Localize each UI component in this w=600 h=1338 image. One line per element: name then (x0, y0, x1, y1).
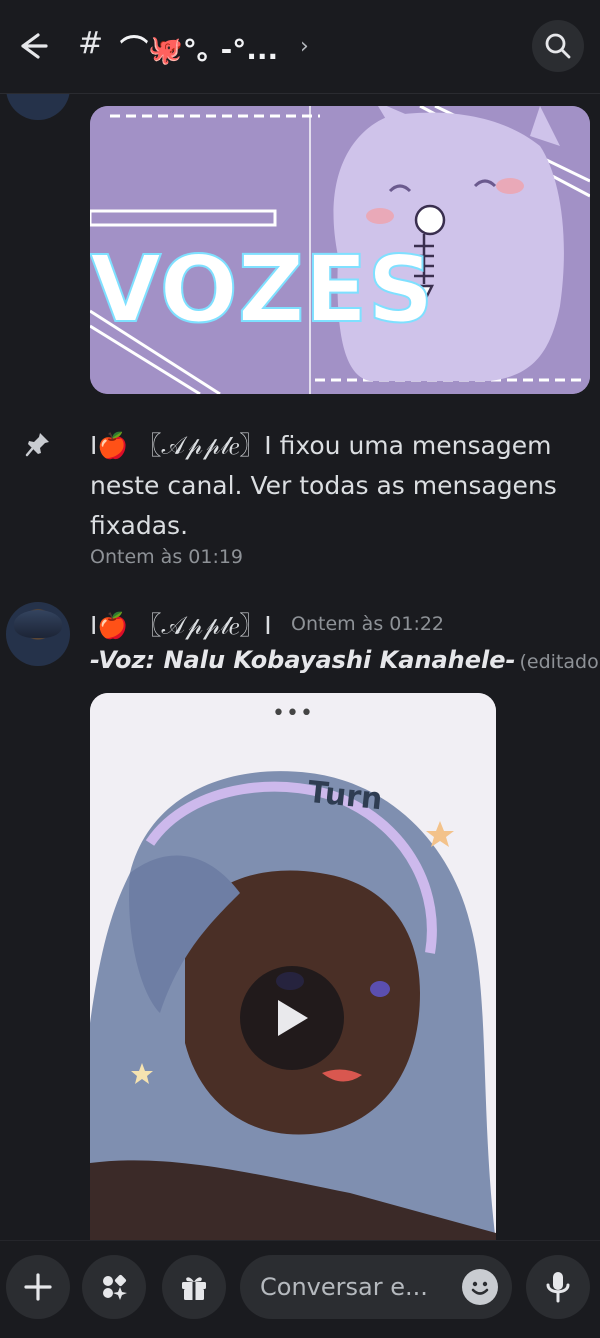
video-attachment[interactable]: Turn ••• (90, 693, 496, 1243)
gift-icon (182, 1277, 206, 1300)
pinned-system-message[interactable]: Ⅰ🍎 〖𝒜𝓅𝓅𝓁𝑒〗Ⅰ fixou uma mensagem neste can… (90, 426, 580, 546)
search-icon (545, 33, 571, 59)
chevron-right-icon[interactable]: › (300, 34, 309, 59)
search-button[interactable] (532, 20, 584, 72)
play-icon (278, 1000, 308, 1036)
banner-title: VOZES (90, 236, 434, 343)
pin-icon (24, 430, 52, 458)
back-button[interactable] (12, 26, 52, 66)
banner-artwork: VOZES (90, 106, 590, 394)
channel-header: # ⌒🐙°｡ -°... › (0, 0, 600, 94)
add-attachment-button[interactable] (6, 1255, 70, 1319)
channel-hash-icon: # (78, 26, 104, 61)
message-input[interactable] (260, 1267, 460, 1307)
system-timestamp: Ontem às 01:19 (90, 546, 244, 568)
edited-label: (editado) (519, 651, 600, 673)
apps-button[interactable] (82, 1255, 146, 1319)
author-avatar[interactable] (6, 602, 70, 666)
more-options-icon[interactable]: ••• (90, 701, 496, 726)
composer-bar (0, 1240, 600, 1338)
channel-name[interactable]: ⌒🐙°｡ -°... (120, 28, 278, 68)
message-timestamp: Ontem às 01:22 (291, 613, 445, 635)
microphone-icon (546, 1272, 570, 1303)
message-author[interactable]: Ⅰ🍎 〖𝒜𝓅𝓅𝓁𝑒〗Ⅰ (90, 606, 272, 642)
emoji-button[interactable] (462, 1269, 498, 1305)
plus-icon (24, 1273, 52, 1301)
vozes-banner-image[interactable]: VOZES (90, 106, 590, 394)
gift-button[interactable] (162, 1255, 226, 1319)
message-text: -Voz: Nalu Kobayashi Kanahele- (90, 646, 516, 674)
play-button[interactable] (240, 966, 344, 1070)
smiley-icon (471, 1281, 489, 1295)
sparkle-apps-icon (103, 1274, 127, 1300)
voice-message-button[interactable] (526, 1255, 590, 1319)
message-content: -Voz: Nalu Kobayashi Kanahele- (editado) (90, 646, 600, 674)
message-input-container[interactable] (240, 1255, 512, 1319)
arrow-left-icon (21, 33, 48, 59)
